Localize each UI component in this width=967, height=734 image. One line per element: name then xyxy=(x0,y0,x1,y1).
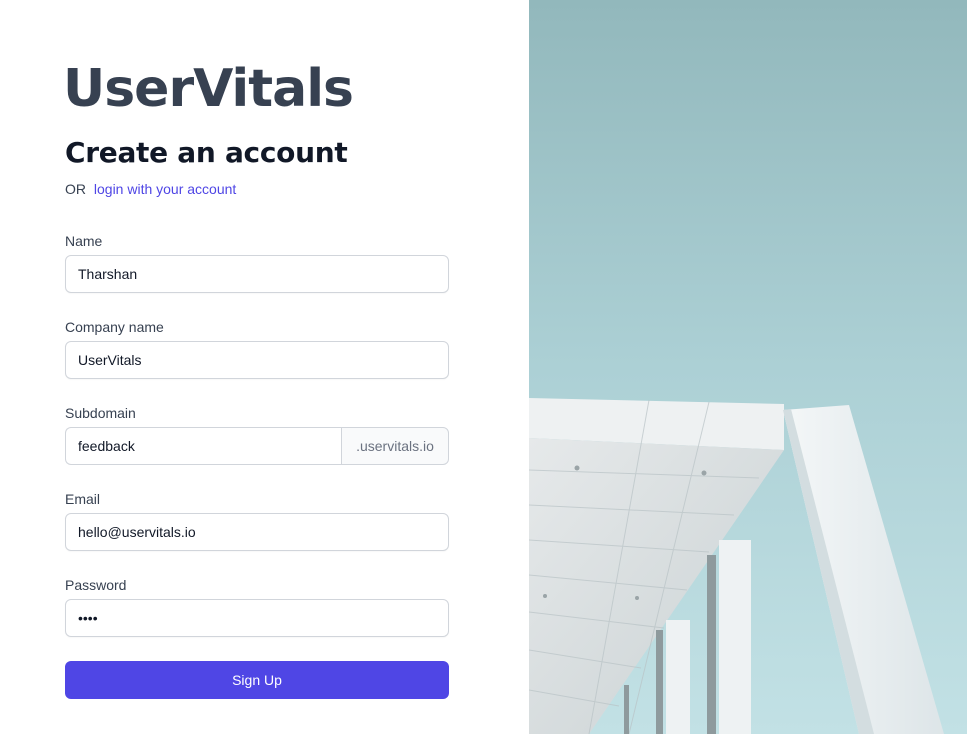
or-text: OR xyxy=(65,181,86,197)
login-prompt: OR login with your account xyxy=(65,180,236,198)
company-label: Company name xyxy=(65,319,164,335)
name-label: Name xyxy=(65,233,103,249)
subdomain-field[interactable] xyxy=(65,427,341,465)
subdomain-label: Subdomain xyxy=(65,405,136,421)
architecture-photo xyxy=(529,0,967,734)
company-name-field[interactable] xyxy=(65,341,449,379)
name-field[interactable] xyxy=(65,255,449,293)
email-label: Email xyxy=(65,491,101,507)
hero-image xyxy=(529,0,967,734)
subdomain-group: .uservitals.io xyxy=(65,427,449,465)
subdomain-suffix: .uservitals.io xyxy=(341,427,449,465)
sign-up-button[interactable]: Sign Up xyxy=(65,661,449,699)
brand-logo: UserVitals xyxy=(63,59,354,119)
password-label: Password xyxy=(65,577,127,593)
login-link[interactable]: login with your account xyxy=(94,181,236,197)
signup-panel: UserVitals Create an account OR login wi… xyxy=(0,0,529,734)
password-field[interactable] xyxy=(65,599,449,637)
email-field[interactable] xyxy=(65,513,449,551)
page-title: Create an account xyxy=(65,136,348,169)
